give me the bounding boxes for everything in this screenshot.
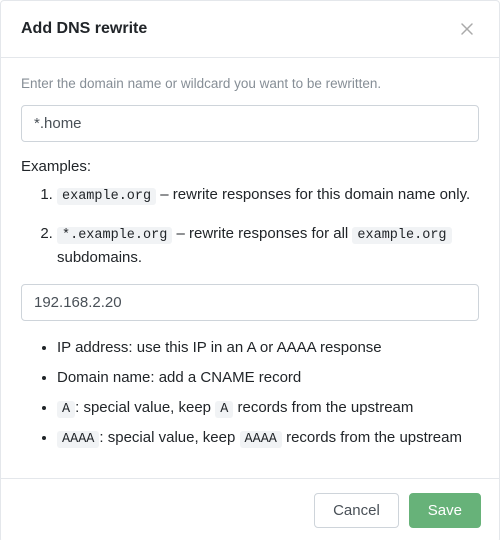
domain-input[interactable]: [21, 105, 479, 142]
example-text: – rewrite responses for this domain name…: [156, 186, 470, 203]
close-button[interactable]: [455, 17, 479, 41]
intro-text: Enter the domain name or wildcard you wa…: [21, 76, 479, 91]
answer-input[interactable]: [21, 284, 479, 321]
note-text: records from the upstream: [282, 429, 462, 446]
note-item: AAAA: special value, keep AAAA records f…: [57, 427, 479, 450]
note-code: AAAA: [57, 431, 99, 448]
dns-rewrite-modal: Add DNS rewrite Enter the domain name or…: [0, 0, 500, 540]
example-code: example.org: [352, 227, 451, 244]
note-item: A: special value, keep A records from th…: [57, 397, 479, 420]
notes-list: IP address: use this IP in an A or AAAA …: [21, 337, 479, 450]
note-item: Domain name: add a CNAME record: [57, 367, 479, 389]
example-code: example.org: [57, 188, 156, 205]
close-icon: [459, 21, 475, 37]
save-button[interactable]: Save: [409, 493, 481, 528]
note-text: : special value, keep: [75, 399, 215, 416]
note-code: AAAA: [240, 431, 282, 448]
example-item: *.example.org – rewrite responses for al…: [57, 222, 479, 271]
note-code: A: [57, 401, 75, 418]
modal-body: Enter the domain name or wildcard you wa…: [1, 58, 499, 478]
example-code: *.example.org: [57, 227, 172, 244]
example-text: subdomains.: [57, 249, 142, 266]
example-text: – rewrite responses for all: [172, 225, 352, 242]
examples-list: example.org – rewrite responses for this…: [21, 183, 479, 270]
examples-label: Examples:: [21, 158, 479, 175]
modal-footer: Cancel Save: [1, 478, 499, 540]
cancel-button[interactable]: Cancel: [314, 493, 399, 528]
modal-title: Add DNS rewrite: [21, 20, 147, 38]
note-code: A: [215, 401, 233, 418]
note-text: : special value, keep: [99, 429, 239, 446]
note-text: records from the upstream: [233, 399, 413, 416]
example-item: example.org – rewrite responses for this…: [57, 183, 479, 208]
note-item: IP address: use this IP in an A or AAAA …: [57, 337, 479, 359]
modal-header: Add DNS rewrite: [1, 1, 499, 58]
